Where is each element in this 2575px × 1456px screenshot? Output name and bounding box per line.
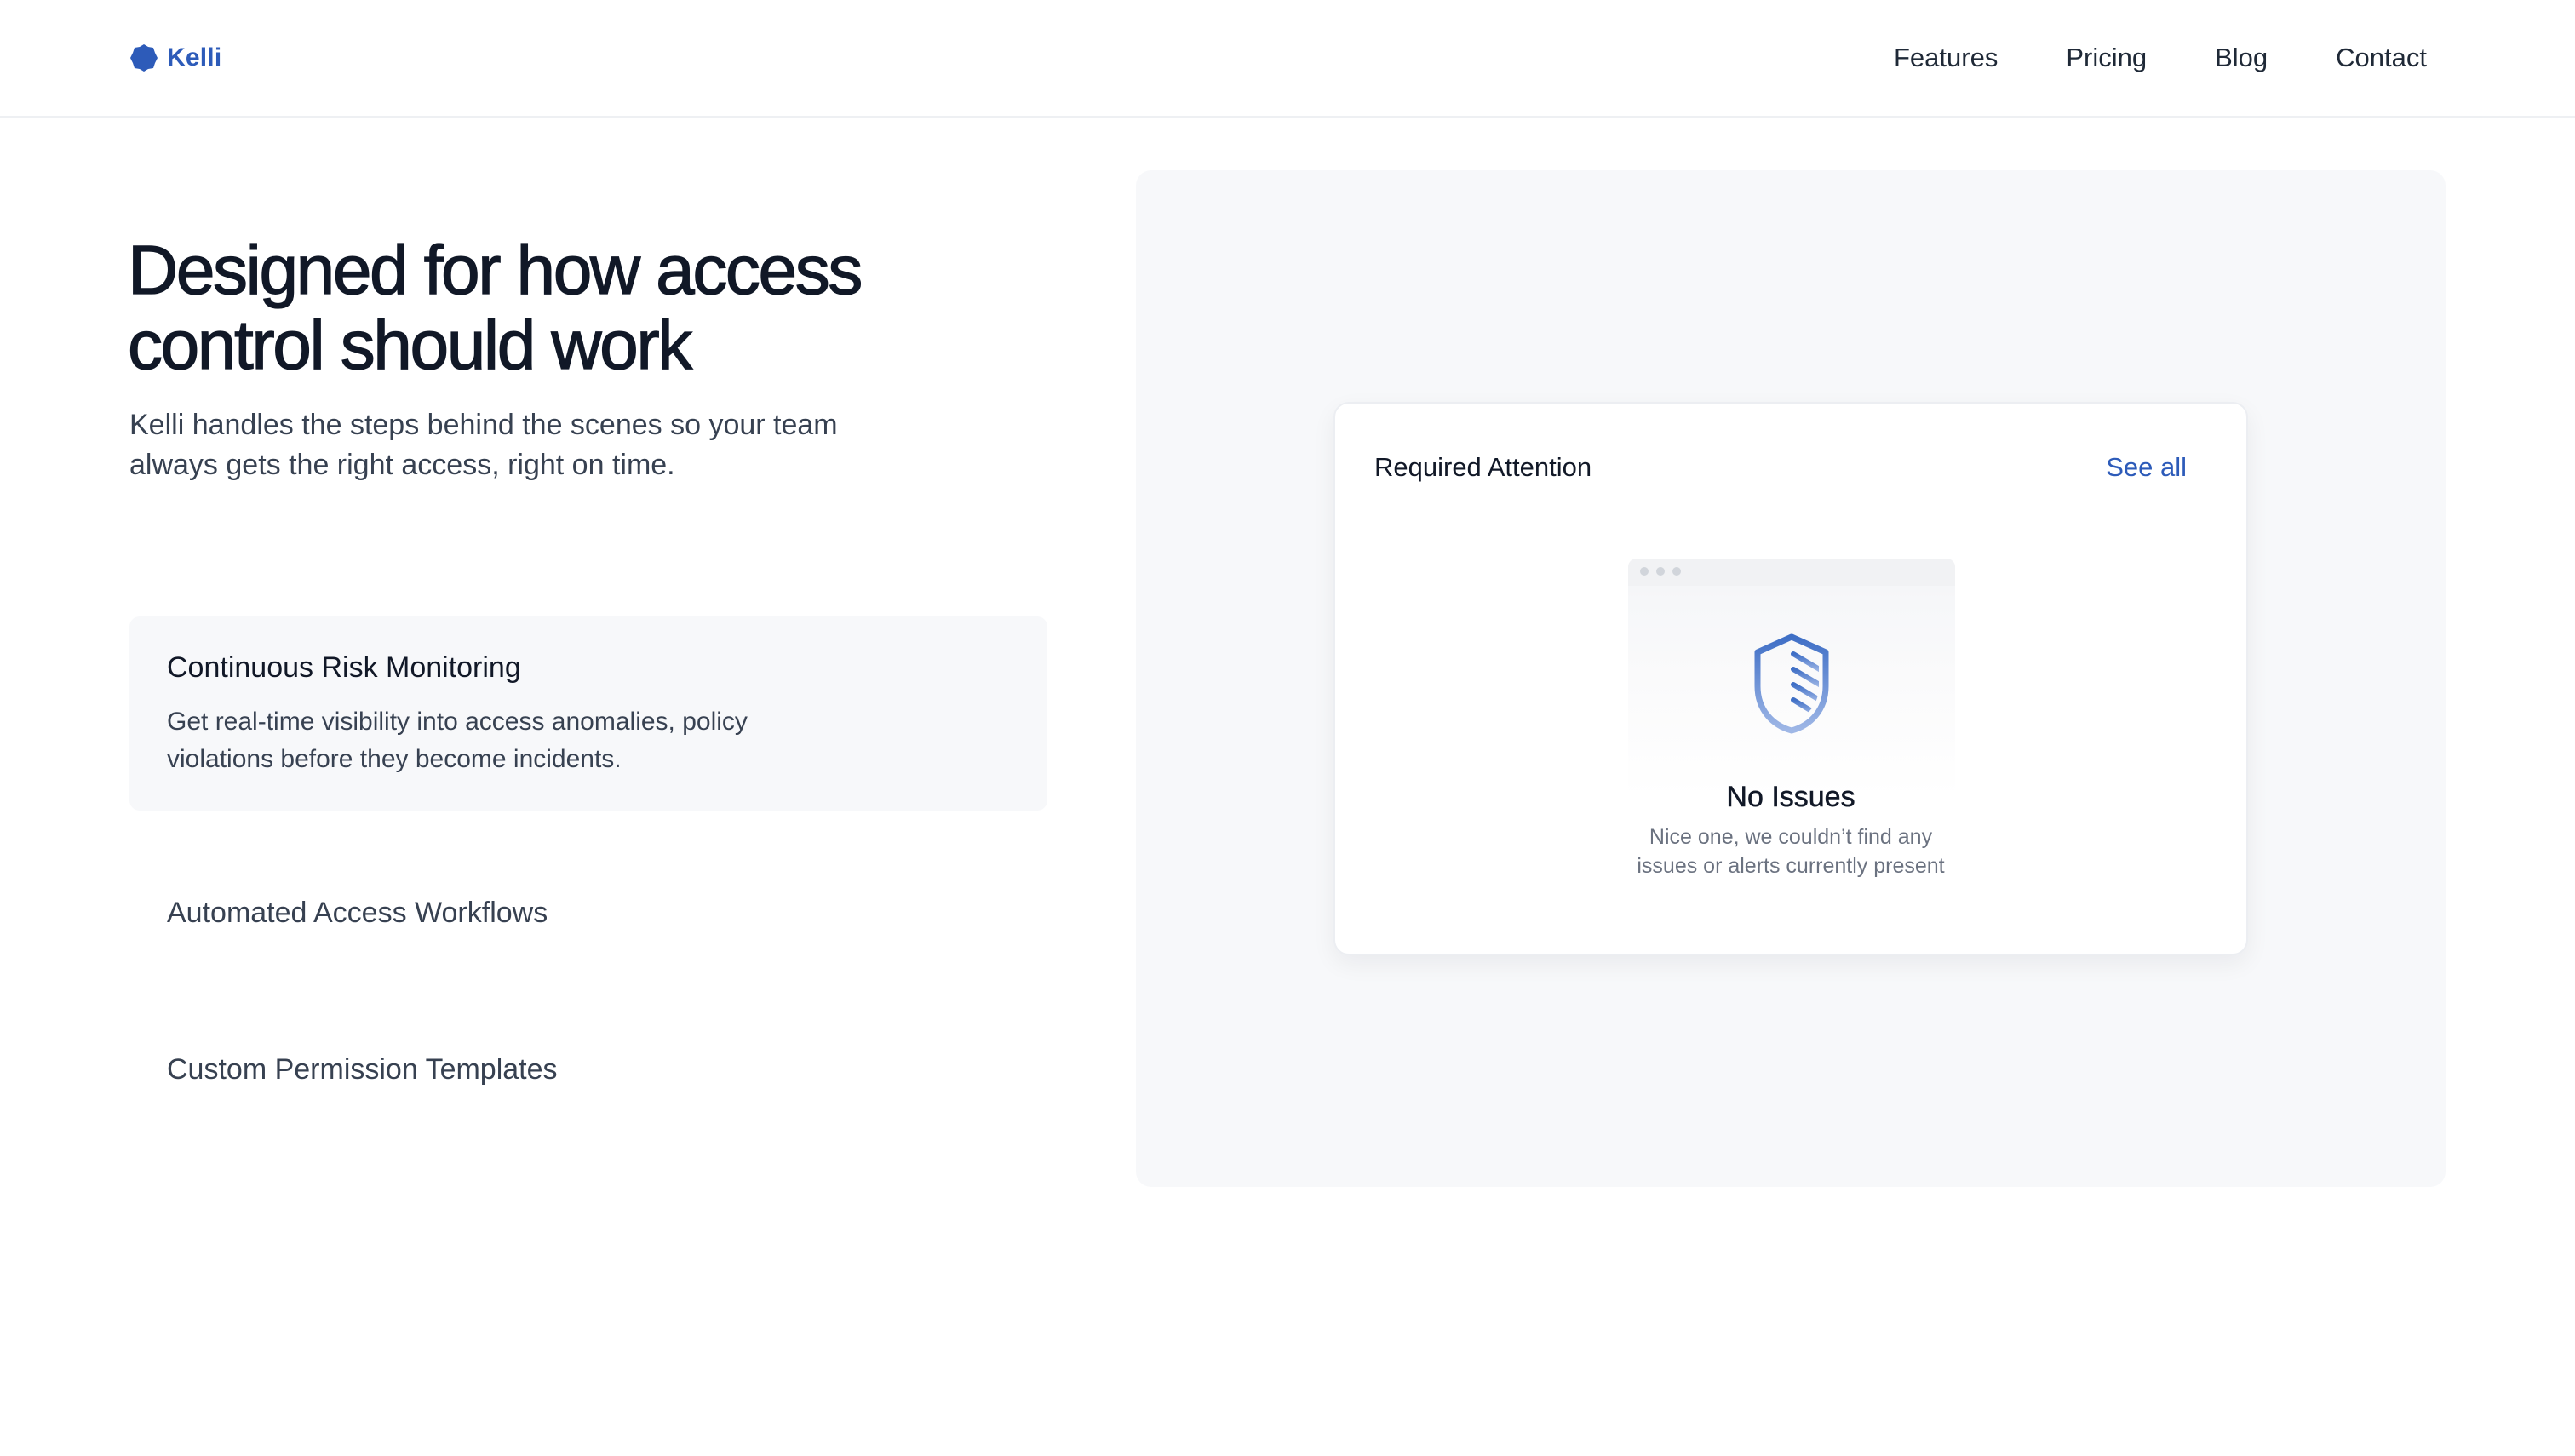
- feature-title: Custom Permission Templates: [167, 1053, 558, 1086]
- window-dot: [1640, 567, 1649, 576]
- window-dot: [1672, 567, 1681, 576]
- shield-icon: [1754, 633, 1829, 734]
- window-dots: [1640, 567, 1681, 576]
- brand-logo-link[interactable]: Kelli: [129, 43, 221, 73]
- required-attention-card: Required Attention See all No Issues Nic…: [1333, 402, 2248, 955]
- empty-state-illustration: [1628, 559, 1955, 797]
- main-nav: Features Pricing Blog Contact: [1894, 37, 2427, 78]
- nav-link-pricing[interactable]: Pricing: [2066, 37, 2147, 78]
- window-dot: [1656, 567, 1665, 576]
- nav-link-contact[interactable]: Contact: [2336, 37, 2427, 78]
- brand-name: Kelli: [167, 43, 222, 72]
- nav-link-blog[interactable]: Blog: [2215, 37, 2268, 78]
- feature-title: Continuous Risk Monitoring: [167, 651, 521, 684]
- window-title-bar: [1628, 559, 1955, 586]
- product-preview-panel: Required Attention See all No Issues Nic…: [1136, 170, 2446, 1187]
- empty-state-description: Nice one, we couldn’t find any issues or…: [1637, 825, 1945, 878]
- top-navigation-bar: Kelli Features Pricing Blog Contact: [0, 0, 2575, 118]
- feature-item-risk-monitoring[interactable]: Continuous Risk Monitoring Get real-time…: [129, 616, 1047, 811]
- feature-description: Get real-time visibility into access ano…: [167, 708, 748, 773]
- nav-link-features[interactable]: Features: [1894, 37, 1998, 78]
- hero-subtitle: Kelli handles the steps behind the scene…: [129, 409, 838, 481]
- feature-item-access-workflows[interactable]: Automated Access Workflows: [129, 875, 1047, 952]
- hexagon-logo-icon: [130, 44, 158, 72]
- empty-state-title: No Issues: [1726, 781, 1855, 814]
- hero-title: Designed for how access control should w…: [127, 232, 863, 384]
- feature-title: Automated Access Workflows: [167, 897, 548, 929]
- see-all-link[interactable]: See all: [2106, 450, 2187, 485]
- feature-item-permission-templates[interactable]: Custom Permission Templates: [129, 1032, 1047, 1109]
- card-title: Required Attention: [1374, 452, 1592, 482]
